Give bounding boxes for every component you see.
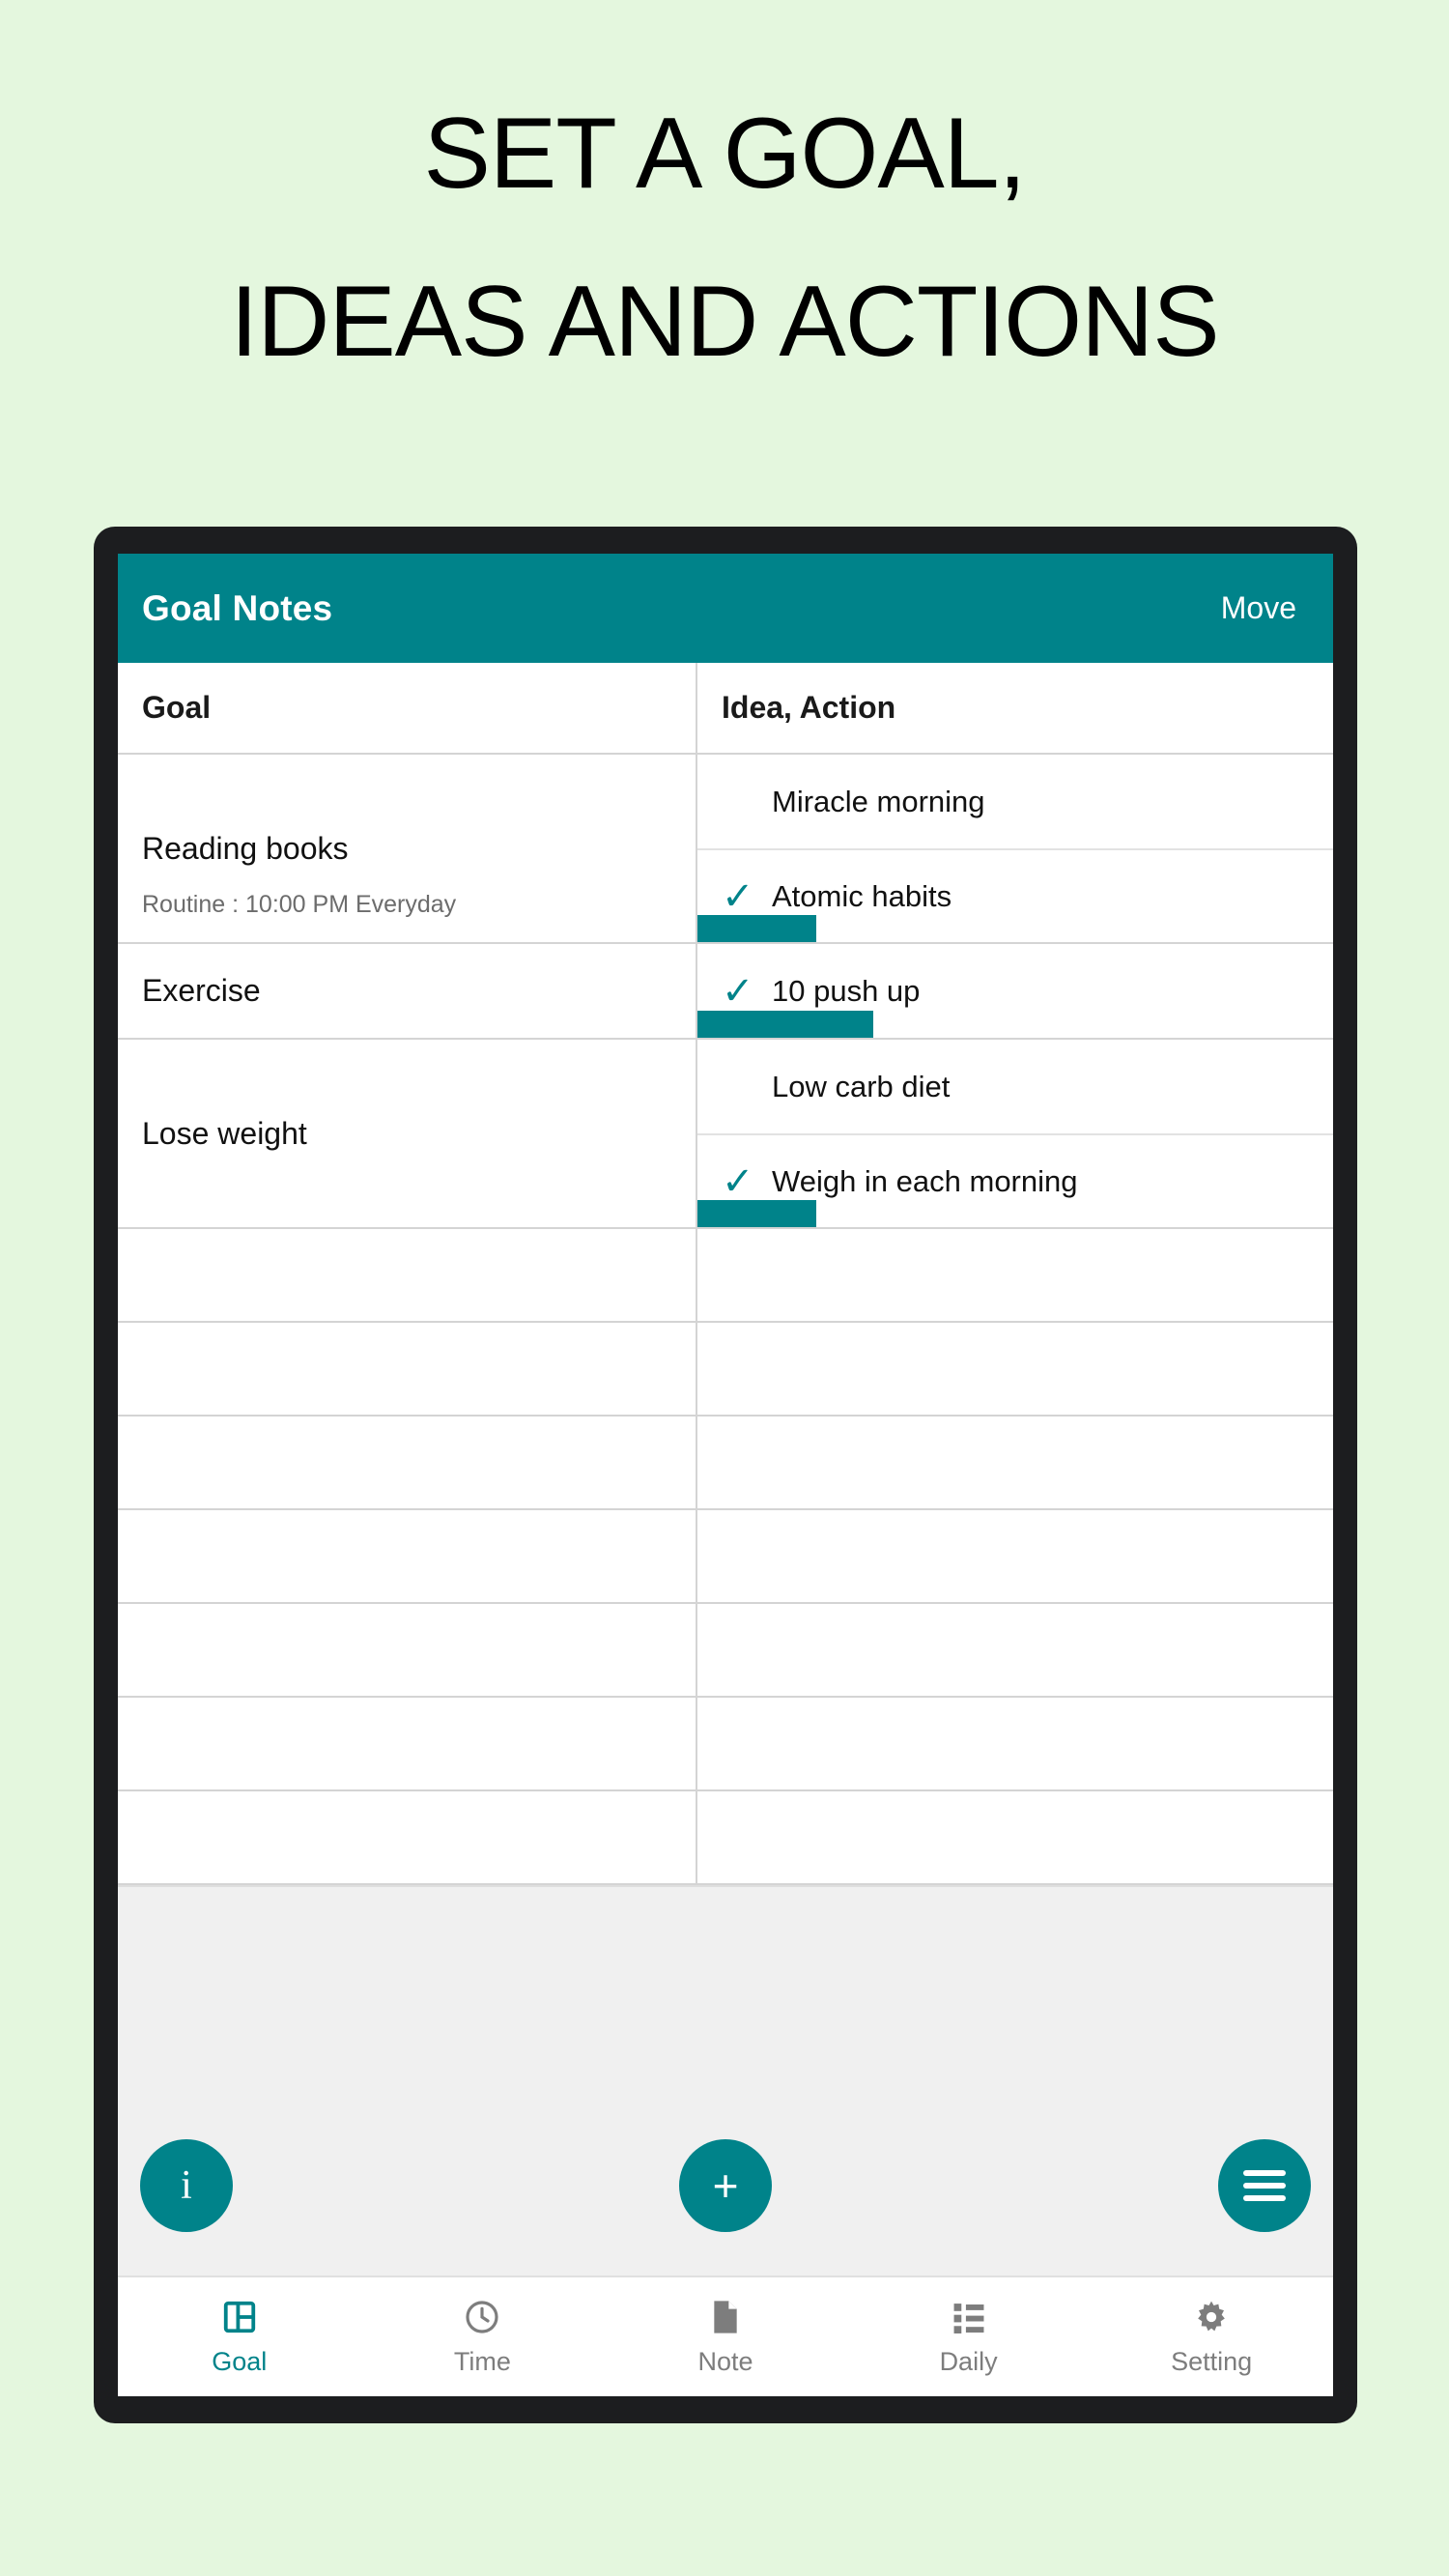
nav-item-label: Goal [212,2347,268,2376]
nav-item-label: Setting [1171,2347,1253,2376]
clock-icon [463,2297,501,2337]
bottom-navigation: Goal Time Note Daily Setting [118,2275,1333,2396]
check-icon[interactable]: ✓ [722,877,766,916]
idea-action-cell-empty[interactable] [697,1604,1333,1698]
nav-item-label: Daily [939,2347,998,2376]
table-row[interactable]: Exercise ✓ 10 push up [118,944,1333,1040]
idea-action-cell-empty[interactable] [697,1323,1333,1417]
table-header-row: Goal Idea, Action [118,663,1333,755]
check-icon[interactable]: ✓ [722,1162,766,1201]
column-header-goal: Goal [118,663,697,753]
nav-item-setting[interactable]: Setting [1090,2277,1333,2396]
idea-action-text: Weigh in each morning [772,1163,1078,1198]
table-row[interactable]: Reading books Routine : 10:00 PM Everyday… [118,755,1333,944]
column-header-idea-action: Idea, Action [722,690,896,725]
table-row-empty[interactable] [118,1229,1333,1323]
progress-bar [697,1200,816,1227]
goal-cell-empty[interactable] [118,1698,697,1791]
goal-title: Exercise [142,973,261,1009]
idea-action-cell: Low carb diet ✓ Weigh in each morning [697,1040,1333,1227]
idea-action-text: Miracle morning [772,784,985,818]
idea-action-cell-empty[interactable] [697,1791,1333,1885]
idea-action-item[interactable]: ✓ Weigh in each morning [697,1133,1333,1227]
idea-action-item[interactable]: ✓ 10 push up [697,944,1333,1038]
idea-action-text: 10 push up [772,973,921,1008]
move-button[interactable]: Move [1221,590,1296,626]
plus-icon: + [712,2161,739,2211]
nav-item-time[interactable]: Time [361,2277,605,2396]
table-row-empty[interactable] [118,1323,1333,1417]
table-body: Reading books Routine : 10:00 PM Everyday… [118,755,1333,1885]
goal-cell-empty[interactable] [118,1604,697,1698]
goal-cell-empty[interactable] [118,1229,697,1323]
goal-cell-empty[interactable] [118,1323,697,1417]
page-headline: SET A GOAL, IDEAS AND ACTIONS [0,70,1449,406]
nav-item-label: Time [453,2347,511,2376]
headline-line-2: IDEAS AND ACTIONS [230,266,1219,378]
table-row-empty[interactable] [118,1417,1333,1510]
idea-action-cell-empty[interactable] [697,1417,1333,1510]
headline-line-1: SET A GOAL, [423,98,1027,210]
dashboard-icon [221,2297,258,2337]
table-row-empty[interactable] [118,1698,1333,1791]
goal-cell-empty[interactable] [118,1417,697,1510]
goal-table: Goal Idea, Action Reading books Routine :… [118,663,1333,1885]
idea-action-item[interactable]: Miracle morning [697,755,1333,848]
fab-toolbar: i + [118,1885,1333,2275]
goal-title: Reading books [142,830,349,866]
add-fab-button[interactable]: + [679,2139,772,2232]
idea-action-item[interactable]: Low carb diet [697,1040,1333,1133]
menu-fab-button[interactable] [1218,2139,1311,2232]
check-icon[interactable]: ✓ [722,972,766,1011]
hamburger-icon [1243,2163,1286,2208]
app-bar: Goal Notes Move [118,554,1333,663]
progress-bar [697,915,816,942]
nav-item-goal[interactable]: Goal [118,2277,361,2396]
goal-cell[interactable]: Reading books Routine : 10:00 PM Everyday [118,755,697,942]
info-icon: i [181,2163,192,2208]
device-frame: Goal Notes Move Goal Idea, Action Readin… [94,527,1357,2423]
goal-title: Lose weight [142,1115,307,1151]
goal-cell[interactable]: Lose weight [118,1040,697,1227]
table-row-empty[interactable] [118,1510,1333,1604]
nav-item-note[interactable]: Note [604,2277,847,2396]
idea-action-cell: ✓ 10 push up [697,944,1333,1038]
nav-item-label: Note [697,2347,753,2376]
goal-cell-empty[interactable] [118,1510,697,1604]
table-row-empty[interactable] [118,1604,1333,1698]
info-fab-button[interactable]: i [140,2139,233,2232]
idea-action-text: Atomic habits [772,878,952,913]
progress-bar [697,1011,873,1038]
idea-action-item[interactable]: ✓ Atomic habits [697,848,1333,942]
idea-action-cell-empty[interactable] [697,1698,1333,1791]
idea-action-cell-empty[interactable] [697,1229,1333,1323]
table-row-empty[interactable] [118,1791,1333,1885]
table-row[interactable]: Lose weight Low carb diet ✓ Weigh in each m… [118,1040,1333,1229]
nav-item-daily[interactable]: Daily [847,2277,1091,2396]
app-title: Goal Notes [142,587,333,628]
app-screen: Goal Notes Move Goal Idea, Action Readin… [118,554,1333,2396]
list-icon [951,2297,987,2337]
goal-routine-text: Routine : 10:00 PM Everyday [142,891,457,918]
document-icon [708,2297,743,2337]
idea-action-cell: Miracle morning ✓ Atomic habits [697,755,1333,942]
goal-cell-empty[interactable] [118,1791,697,1885]
gear-icon [1192,2297,1231,2337]
goal-cell[interactable]: Exercise [118,944,697,1038]
idea-action-text: Low carb diet [772,1069,951,1103]
idea-action-cell-empty[interactable] [697,1510,1333,1604]
